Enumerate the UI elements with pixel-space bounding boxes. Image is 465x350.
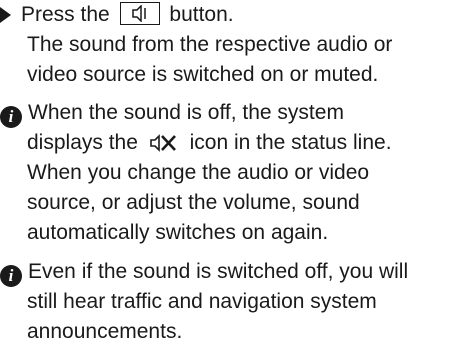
note2-line-2: still hear traffic and navigation system <box>27 290 377 313</box>
info-note-1: i When the sound is off, the system displ… <box>0 98 465 248</box>
step-text-after: button. <box>169 3 234 26</box>
note1-text-2-after: icon in the status line. <box>189 131 392 154</box>
note1-text-2-before: displays the <box>27 131 138 154</box>
note1-text-1: When the sound is off, the system <box>28 101 344 124</box>
step-line-2: The sound from the respective audio or <box>27 33 393 56</box>
info-note-2: i Even if the sound is switched off, you … <box>0 257 465 347</box>
info-icon: i <box>0 106 22 128</box>
step-line-3: video source is switched on or muted. <box>27 63 379 86</box>
speaker-mute-key-icon <box>119 2 160 25</box>
note1-line-3: When you change the audio or video <box>27 161 370 184</box>
step-text-before: Press the <box>21 3 110 26</box>
step-line-1: Press the button. <box>0 0 465 30</box>
step-instruction: Press the button. The sound from the res… <box>0 0 465 90</box>
note1-line-1: i When the sound is off, the system <box>0 98 465 128</box>
arrow-bullet-icon <box>0 7 11 23</box>
note1-line-4: source, or adjust the volume, sound <box>27 191 360 214</box>
note1-line-5: automatically switches on again. <box>27 221 329 244</box>
info-icon: i <box>0 265 22 287</box>
manual-page: Press the button. The sound from the res… <box>0 0 465 350</box>
note1-line-2: displays the icon in the status line. <box>0 128 465 158</box>
note2-line-1: i Even if the sound is switched off, you … <box>0 257 465 287</box>
note2-text-1: Even if the sound is switched off, you w… <box>28 260 409 283</box>
note2-line-3: announcements. <box>27 320 183 343</box>
